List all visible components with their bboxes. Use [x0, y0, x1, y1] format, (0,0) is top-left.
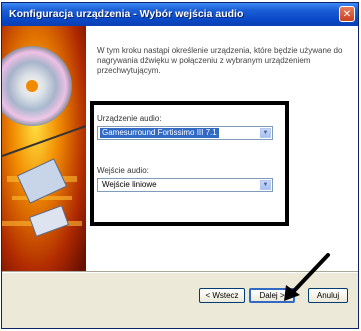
- sidebar-illustration: [2, 26, 86, 271]
- close-icon: ✕: [342, 8, 352, 20]
- chevron-down-icon[interactable]: ▼: [260, 128, 271, 138]
- title-bar[interactable]: Konfiguracja urządzenia - Wybór wejścia …: [2, 3, 358, 27]
- close-button[interactable]: ✕: [339, 6, 355, 22]
- wizard-window: Konfiguracja urządzenia - Wybór wejścia …: [1, 2, 359, 329]
- back-button[interactable]: < Wstecz: [199, 288, 245, 303]
- window-title: Konfiguracja urządzenia - Wybór wejścia …: [9, 8, 244, 20]
- audio-input-value: Wejście liniowe: [102, 180, 157, 189]
- audio-input-select[interactable]: Wejście liniowe ▼: [97, 178, 273, 192]
- audio-device-label: Urządzenie audio:: [97, 114, 162, 123]
- audio-device-select[interactable]: Gamesurround Fortissimo III 7.1 ▼: [97, 126, 273, 140]
- audio-input-label: Wejście audio:: [97, 166, 149, 175]
- arrow-pointer-icon: [284, 253, 330, 301]
- chevron-down-icon[interactable]: ▼: [260, 180, 271, 190]
- step-description: W tym kroku nastąpi określenie urządzeni…: [97, 46, 343, 75]
- wizard-content: W tym kroku nastąpi określenie urządzeni…: [2, 26, 358, 271]
- audio-device-value: Gamesurround Fortissimo III 7.1: [100, 128, 219, 138]
